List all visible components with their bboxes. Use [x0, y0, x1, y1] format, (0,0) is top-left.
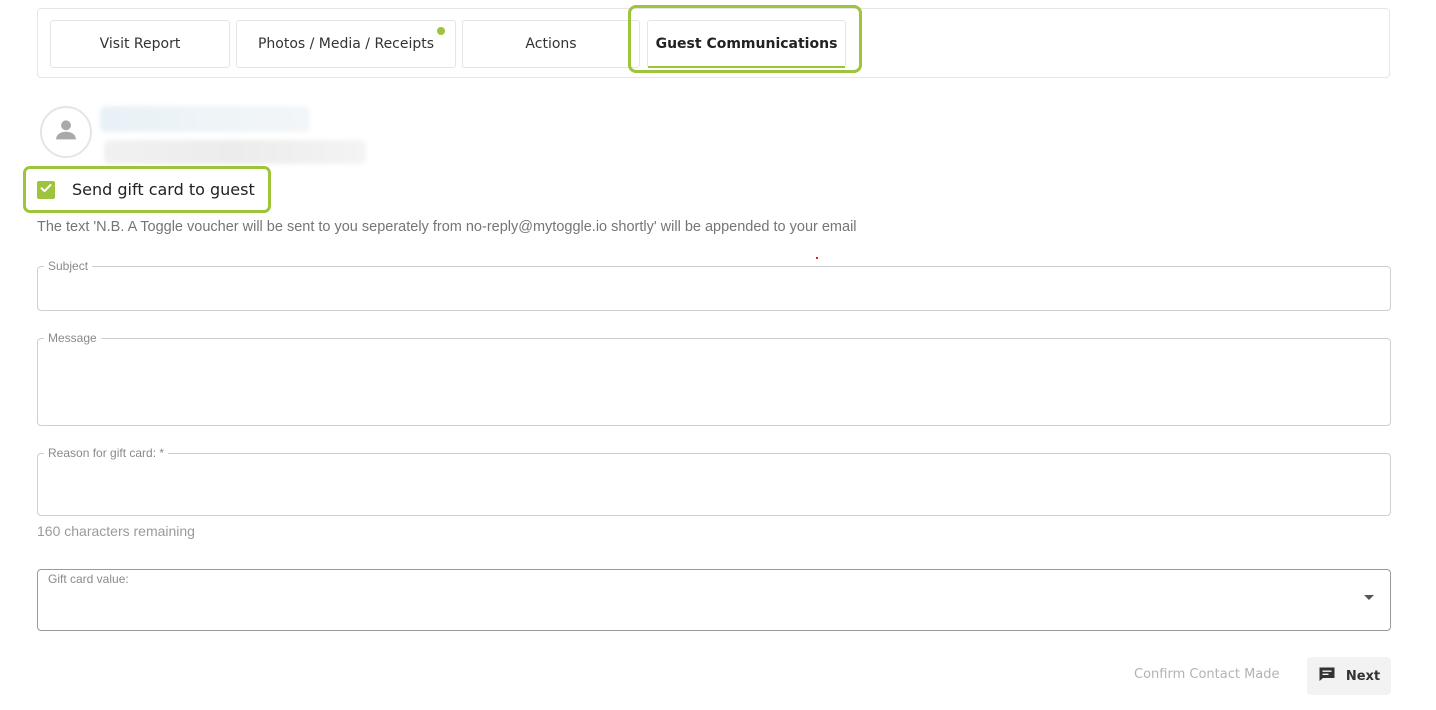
subject-field[interactable]: Subject	[37, 259, 1391, 311]
send-gift-card-label[interactable]: Send gift card to guest	[72, 180, 255, 199]
reason-label: Reason for gift card: *	[44, 446, 169, 460]
confirm-contact-made-button[interactable]: Confirm Contact Made	[1134, 667, 1280, 682]
stray-dot	[816, 257, 818, 259]
person-icon	[52, 116, 80, 149]
tab-label: Actions	[525, 36, 577, 52]
message-field[interactable]: Message	[37, 331, 1391, 426]
send-gift-card-checkbox[interactable]	[37, 181, 55, 199]
gift-card-value-select[interactable]: Gift card value:	[37, 569, 1391, 631]
notification-dot	[437, 27, 445, 35]
gift-card-value-label: Gift card value:	[48, 572, 129, 586]
tab-actions[interactable]: Actions	[462, 20, 640, 68]
tab-bar: Visit Report Photos / Media / Receipts A…	[37, 8, 1390, 78]
tab-label: Photos / Media / Receipts	[257, 36, 435, 52]
guest-detail-redacted	[104, 140, 366, 164]
tab-guest-communications[interactable]: Guest Communications	[647, 20, 846, 68]
checkmark-icon	[39, 181, 53, 200]
avatar	[40, 106, 92, 158]
next-label: Next	[1345, 668, 1381, 684]
next-button[interactable]: Next	[1307, 657, 1391, 695]
tab-visit-report[interactable]: Visit Report	[50, 20, 230, 68]
tab-label: Visit Report	[99, 36, 181, 52]
guest-name-redacted	[100, 106, 310, 132]
tab-label: Guest Communications	[655, 36, 838, 52]
voucher-note: The text 'N.B. A Toggle voucher will be …	[37, 219, 857, 235]
tab-photos-media-receipts[interactable]: Photos / Media / Receipts	[236, 20, 456, 68]
subject-label: Subject	[44, 259, 93, 273]
characters-remaining: 160 characters remaining	[37, 523, 195, 539]
message-icon	[1318, 666, 1336, 686]
message-label: Message	[44, 331, 101, 345]
dropdown-arrow-icon[interactable]	[1364, 595, 1374, 600]
reason-field[interactable]: Reason for gift card: *	[37, 446, 1391, 516]
